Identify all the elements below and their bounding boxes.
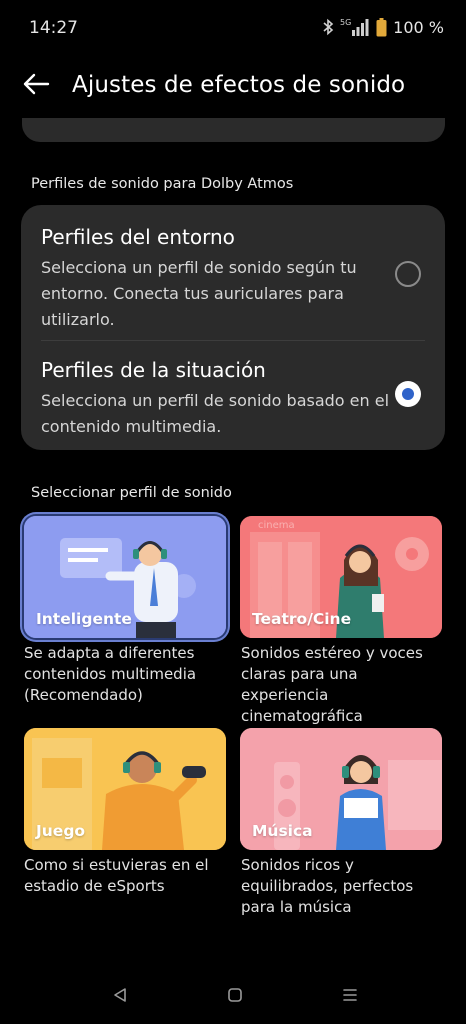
dolby-section-label: Perfiles de sonido para Dolby Atmos xyxy=(31,176,294,192)
mobile-signal-icon: 5G xyxy=(340,17,370,37)
profile-tile-game[interactable]: Juego xyxy=(24,728,226,850)
app-header: Ajustes de efectos de sonido xyxy=(0,62,466,112)
back-button[interactable] xyxy=(18,68,54,104)
profile-tile-label: Inteligente xyxy=(36,610,132,628)
bluetooth-icon xyxy=(322,18,334,36)
profile-tile-label: Juego xyxy=(36,822,86,840)
dolby-profiles-card: Perfiles del entorno Selecciona un perfi… xyxy=(21,205,445,450)
sound-profile-section-label: Seleccionar perfil de sonido xyxy=(31,485,232,501)
profile-tile-music[interactable]: Música xyxy=(240,728,442,850)
square-home-icon xyxy=(228,988,242,1002)
profile-description: Sonidos estéreo y voces claras para una … xyxy=(241,644,423,725)
network-type-label: 5G xyxy=(340,18,351,27)
profile-description: Se adapta a diferentes contenidos multim… xyxy=(24,644,197,704)
option-description: Selecciona un perfil de sonido basado en… xyxy=(41,391,390,436)
profile-tile-label: Música xyxy=(252,822,313,840)
nav-back-button[interactable] xyxy=(108,983,132,1007)
page-title: Ajustes de efectos de sonido xyxy=(72,72,406,98)
option-title: Perfiles del entorno xyxy=(41,225,235,249)
battery-icon xyxy=(376,17,387,37)
option-environment-profiles[interactable]: Perfiles del entorno Selecciona un perfi… xyxy=(41,225,411,333)
battery-percentage: 100 % xyxy=(393,17,444,37)
system-navigation-bar xyxy=(0,975,466,1015)
profile-tile-label: Teatro/Cine xyxy=(252,610,352,628)
previous-settings-card xyxy=(22,118,445,142)
option-description: Selecciona un perfil de sonido según tu … xyxy=(41,258,357,329)
back-arrow-icon xyxy=(22,73,50,99)
menu-recents-icon xyxy=(343,989,357,1001)
nav-home-button[interactable] xyxy=(223,983,247,1007)
divider xyxy=(41,340,425,341)
status-bar: 14:27 5G 100 % xyxy=(0,0,466,56)
profile-tile-intelligent[interactable]: Inteligente xyxy=(24,516,226,638)
profile-description: Sonidos ricos y equilibrados, perfectos … xyxy=(241,856,414,916)
triangle-back-icon xyxy=(114,988,126,1002)
profile-description: Como si estuvieras en el estadio de eSpo… xyxy=(24,856,209,895)
situation-radio[interactable] xyxy=(395,381,421,407)
environment-radio[interactable] xyxy=(395,261,421,287)
option-title: Perfiles de la situación xyxy=(41,358,266,382)
cinema-sign-text: cinema xyxy=(258,520,295,531)
profile-tile-cinema[interactable]: cinema Teatro/Cine xyxy=(240,516,442,638)
radio-dot xyxy=(402,388,414,400)
status-icons: 5G 100 % xyxy=(322,17,444,37)
nav-recents-button[interactable] xyxy=(338,983,362,1007)
status-time: 14:27 xyxy=(29,18,78,38)
option-situation-profiles[interactable]: Perfiles de la situación Selecciona un p… xyxy=(41,358,411,440)
